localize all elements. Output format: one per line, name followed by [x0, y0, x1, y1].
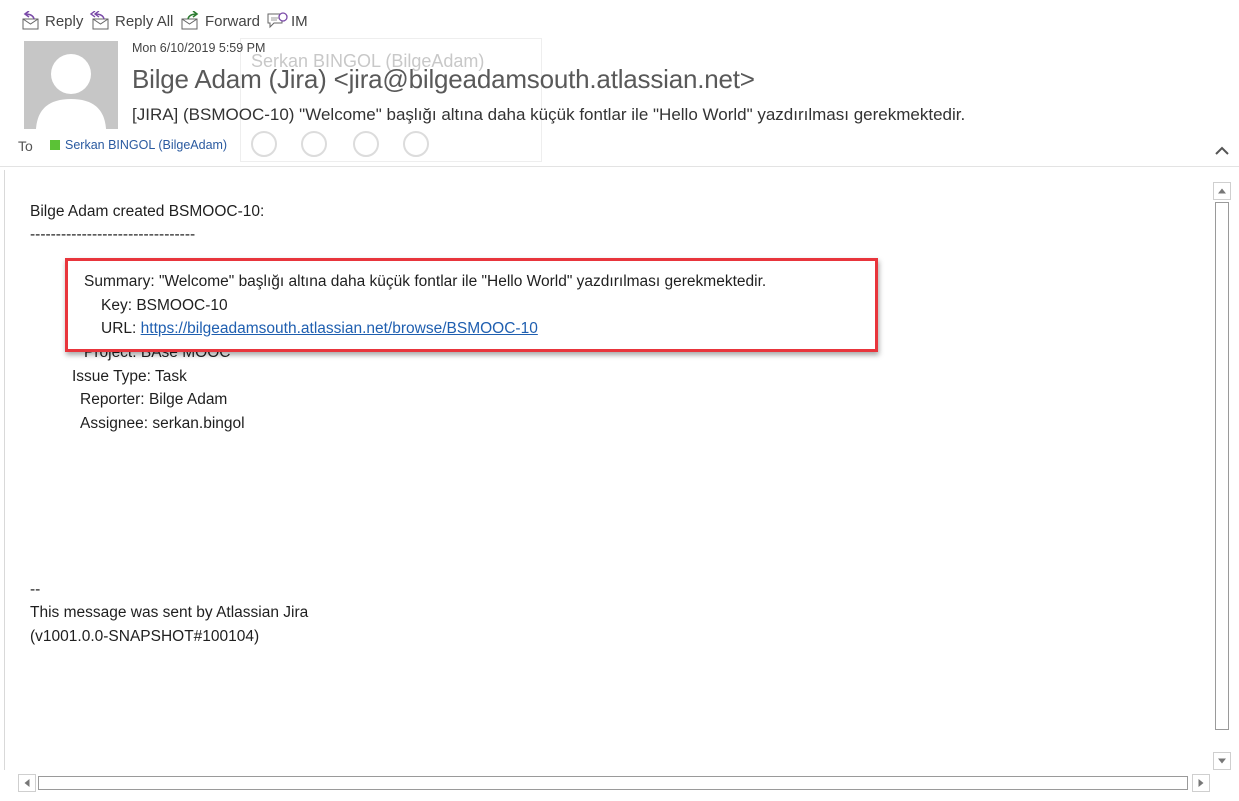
key-row: Key: BSMOOC-10	[101, 297, 228, 315]
forward-button[interactable]: Forward	[180, 9, 260, 33]
reply-all-button[interactable]: Reply All	[88, 9, 173, 33]
person-icon	[36, 54, 106, 129]
scroll-left-icon	[24, 779, 30, 787]
issue-url-link[interactable]: https://bilgeadamsouth.atlassian.net/bro…	[141, 320, 538, 337]
video-icon	[353, 131, 379, 157]
forward-label: Forward	[205, 12, 261, 30]
scroll-up-button[interactable]	[1213, 182, 1231, 200]
reply-button[interactable]: Reply	[20, 9, 83, 33]
separator-line: --------------------------------	[30, 226, 196, 243]
scroll-down-button[interactable]	[1213, 752, 1231, 770]
recipient[interactable]: Serkan BINGOL (BilgeAdam)	[50, 138, 227, 152]
forward-icon	[181, 11, 199, 30]
collapse-header-icon[interactable]	[1212, 140, 1232, 160]
scroll-right-icon	[1198, 779, 1204, 787]
to-label: To	[18, 138, 33, 154]
created-line: Bilge Adam created BSMOOC-10:	[30, 203, 265, 220]
scroll-down-icon	[1218, 758, 1226, 764]
contact-card: Serkan BINGOL (BilgeAdam)	[240, 38, 542, 162]
presence-indicator	[50, 140, 60, 150]
im-label: IM	[291, 12, 308, 30]
summary-value: "Welcome" başlığı altına daha küçük font…	[158, 273, 767, 290]
reply-label: Reply	[45, 12, 84, 30]
message-timestamp: Mon 6/10/2019 5:59 PM	[132, 41, 266, 55]
footer-line: This message was sent by Atlassian Jira	[30, 604, 309, 621]
avatar[interactable]	[24, 41, 118, 129]
url-row: URL: https://bilgeadamsouth.atlassian.ne…	[101, 320, 538, 338]
im-button[interactable]: IM	[266, 9, 308, 33]
footer-dashes: --	[30, 581, 41, 598]
vertical-scroll-thumb[interactable]	[1215, 202, 1229, 730]
im-icon	[267, 12, 288, 29]
assignee-value: serkan.bingol	[152, 415, 245, 432]
issue-type-label: Issue Type:	[72, 368, 151, 385]
horizontal-scroll-thumb[interactable]	[38, 776, 1188, 790]
assignee-row: Assignee: serkan.bingol	[80, 415, 245, 433]
reporter-row: Reporter: Bilge Adam	[80, 391, 227, 409]
scroll-up-icon	[1218, 188, 1226, 194]
message-subject: [JIRA] (BSMOOC-10) "Welcome" başlığı alt…	[132, 105, 966, 124]
summary-label: Summary:	[84, 273, 155, 290]
url-label: URL:	[101, 320, 137, 337]
reply-all-label: Reply All	[115, 12, 174, 30]
issue-type-row: Issue Type: Task	[72, 368, 187, 386]
mail-icon	[403, 131, 429, 157]
reply-icon	[22, 11, 39, 30]
reporter-label: Reporter:	[80, 391, 145, 408]
key-label: Key:	[101, 297, 133, 314]
recipient-name: Serkan BINGOL (BilgeAdam)	[65, 138, 228, 152]
chat-icon	[251, 131, 277, 157]
scroll-right-button[interactable]	[1192, 774, 1210, 792]
sender-name[interactable]: Bilge Adam (Jira) <jira@bilgeadamsouth.a…	[132, 64, 755, 95]
reporter-value: Bilge Adam	[148, 391, 228, 408]
key-value: BSMOOC-10	[136, 297, 228, 314]
phone-icon	[301, 131, 327, 157]
header-divider	[0, 166, 1239, 167]
summary-row: Summary: "Welcome" başlığı altına daha k…	[84, 273, 766, 291]
assignee-label: Assignee:	[80, 415, 149, 432]
issue-type-value: Task	[155, 368, 187, 385]
footer-version: (v1001.0.0-SNAPSHOT#100104)	[30, 628, 260, 645]
scroll-left-button[interactable]	[18, 774, 36, 792]
reply-all-icon	[89, 11, 109, 30]
